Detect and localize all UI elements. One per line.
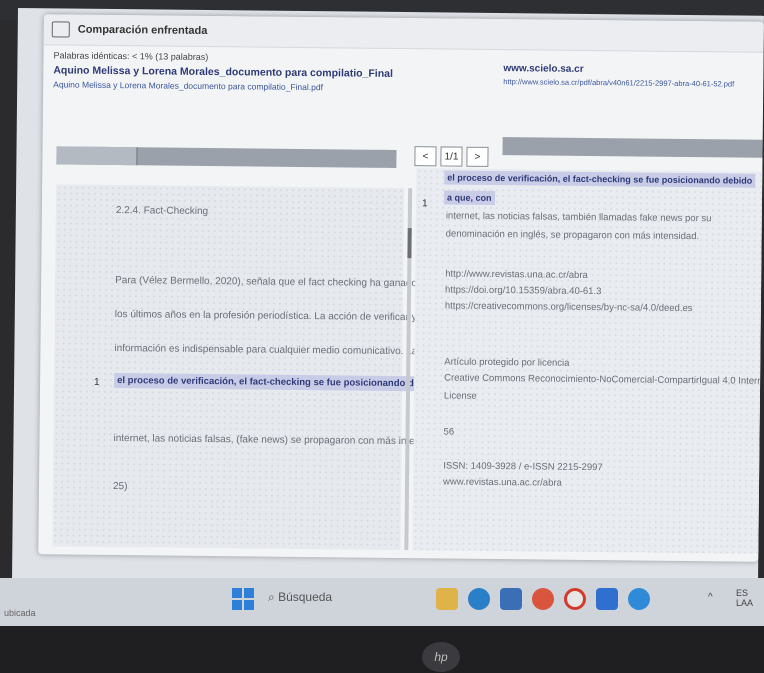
- document-info: Palabras idénticas: < 1% (13 palabras) A…: [53, 50, 433, 93]
- left-toolbar-segment: [56, 146, 138, 166]
- header: Palabras idénticas: < 1% (13 palabras) A…: [53, 50, 754, 137]
- comparison-window: Comparación enfrentada Palabras idéntica…: [38, 14, 764, 562]
- store-icon[interactable]: [500, 588, 522, 610]
- prev-page-button[interactable]: <: [414, 146, 437, 167]
- document-title: Aquino Melissa y Lorena Morales_document…: [53, 64, 393, 80]
- language-code: ES: [736, 588, 749, 598]
- monitor-bezel-bottom: [0, 626, 764, 673]
- window-title: Comparación enfrentada: [77, 23, 208, 37]
- highlighted-match[interactable]: el proceso de verificación, el fact-chec…: [444, 170, 756, 188]
- chrome-icon[interactable]: [564, 588, 586, 610]
- text-line: License: [443, 390, 477, 402]
- search-label: Búsqueda: [278, 590, 333, 604]
- link[interactable]: http://www.revistas.una.ac.cr/abra: [445, 268, 588, 280]
- section-heading: 2.2.4. Fact-Checking: [115, 205, 209, 218]
- edge-label: ubicada: [4, 608, 36, 618]
- titlebar: Comparación enfrentada: [43, 14, 764, 53]
- mail-icon[interactable]: [596, 588, 618, 610]
- next-page-button[interactable]: >: [466, 146, 489, 167]
- keyboard-layout: LAA: [736, 598, 754, 608]
- document-pane[interactable]: 2.2.4. Fact-Checking Para (Vélez Bermell…: [52, 184, 492, 551]
- text-line: 25): [112, 481, 128, 493]
- text-line: ISSN: 1409-3928 / e-ISSN 2215-2997: [443, 460, 603, 474]
- tray-chevron-icon[interactable]: ^: [708, 592, 713, 603]
- highlighted-match[interactable]: a que, con: [443, 190, 495, 206]
- source-title[interactable]: www.scielo.sa.cr: [503, 63, 753, 77]
- link[interactable]: https://doi.org/10.15359/abra.40-61.3: [445, 284, 601, 297]
- text-line: 56: [443, 426, 455, 438]
- match-number: 1: [94, 376, 100, 388]
- scroll-thumb[interactable]: [407, 228, 412, 259]
- text-line: Artículo protegido por licencia: [444, 356, 570, 369]
- left-toolbar: [56, 146, 397, 168]
- compare-icon: [51, 21, 70, 38]
- link[interactable]: https://creativecommons.org/licenses/by-…: [445, 300, 693, 314]
- taskbar-search[interactable]: ⌕ Búsqueda: [268, 590, 332, 605]
- text-line: Creative Commons Reconocimiento-NoComerc…: [444, 372, 764, 388]
- language-indicator[interactable]: ES LAA: [736, 588, 753, 608]
- windows-start-icon[interactable]: [232, 588, 254, 610]
- edge-browser-icon[interactable]: [468, 588, 490, 610]
- pager: < 1/1 >: [414, 146, 489, 167]
- document-file-link[interactable]: Aquino Melissa y Lorena Morales_document…: [53, 79, 433, 93]
- match-number: 1: [421, 198, 428, 210]
- right-toolbar: [502, 137, 763, 158]
- similarity-label: Palabras idénticas: < 1% (13 palabras): [53, 50, 209, 62]
- source-pane[interactable]: 1 el proceso de verificación, el fact-ch…: [412, 168, 764, 554]
- hp-logo: hp: [422, 642, 460, 672]
- link[interactable]: www.revistas.una.ac.cr/abra: [443, 476, 562, 488]
- source-info: www.scielo.sa.cr http://www.scielo.sa.cr…: [503, 63, 753, 89]
- screen: Comparación enfrentada Palabras idéntica…: [12, 8, 764, 586]
- text-line: denominación en inglés, se propagaron co…: [445, 228, 700, 243]
- office-icon[interactable]: [532, 588, 554, 610]
- comparison-panes: 2.2.4. Fact-Checking Para (Vélez Bermell…: [52, 168, 764, 554]
- file-explorer-icon[interactable]: [436, 588, 458, 610]
- text-line: internet, las noticias falsas, también l…: [445, 210, 712, 225]
- taskbar: ⌕ Búsqueda ^ ES LAA: [0, 578, 764, 626]
- text-line: los últimos años en la profesión periodí…: [114, 309, 464, 324]
- source-url[interactable]: http://www.scielo.sa.cr/pdf/abra/v40n61/…: [503, 77, 753, 89]
- page-indicator: 1/1: [440, 146, 463, 167]
- app-icon[interactable]: [628, 588, 650, 610]
